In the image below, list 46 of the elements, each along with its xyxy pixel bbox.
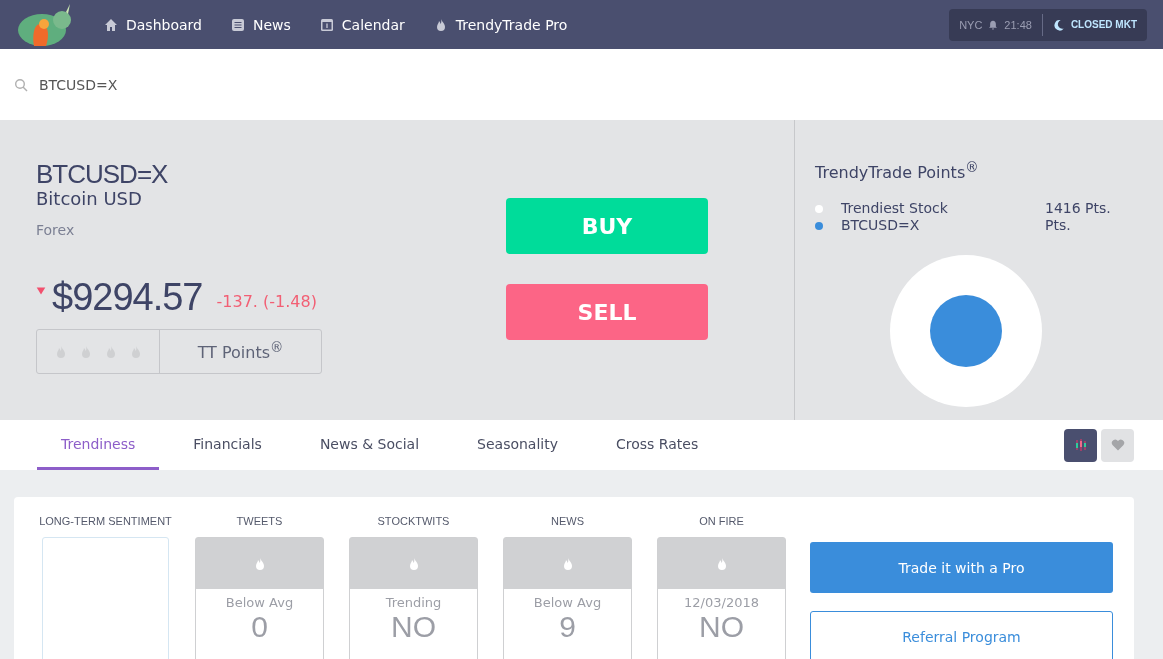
metric-value: NO bbox=[699, 610, 744, 644]
candlestick-icon bbox=[1073, 438, 1088, 452]
metric-value: 9 bbox=[559, 610, 576, 644]
metric-status: Trending bbox=[385, 595, 442, 610]
tab[interactable]: Cross Rates bbox=[592, 420, 723, 470]
search-icon bbox=[14, 77, 28, 92]
city-label: NYC bbox=[959, 18, 983, 31]
metric-status: Below Avg bbox=[225, 595, 294, 610]
referral-button[interactable]: Referral Program bbox=[810, 611, 1113, 659]
market-status: CLOSED MKT bbox=[1070, 19, 1137, 30]
nav-link[interactable]: News bbox=[230, 16, 291, 33]
tt-points-label: TT Points$^{®}$ bbox=[196, 339, 285, 365]
price-change: -137. (-1.48) bbox=[216, 292, 317, 311]
metric-value: NO bbox=[391, 610, 436, 644]
nav-link[interactable]: Dashboard bbox=[104, 16, 202, 33]
legend-label: BTCUSD=X bbox=[841, 217, 921, 235]
tab[interactable]: Financials bbox=[169, 420, 286, 470]
metric-status: 12/03/2018 bbox=[684, 595, 759, 610]
legend-value: Pts. bbox=[1045, 217, 1072, 235]
heart-icon bbox=[1110, 438, 1125, 452]
sentiment-label: LONG-TERM SENTIMENT bbox=[39, 515, 172, 527]
nav-link[interactable]: Calendar bbox=[319, 16, 405, 33]
nav-link[interactable]: TrendyTrade Pro bbox=[433, 16, 568, 33]
search-field[interactable]: BTCUSD=X bbox=[37, 75, 341, 94]
legend-label: Trendiest Stock bbox=[841, 200, 949, 218]
ticker-symbol: BTCUSD=X bbox=[36, 160, 169, 188]
metric-label: STOCKTWITS bbox=[377, 515, 450, 527]
asset-type: Forex bbox=[36, 222, 76, 238]
metric-value: 0 bbox=[251, 610, 268, 644]
home-icon bbox=[104, 17, 118, 32]
tab[interactable]: News & Social bbox=[295, 420, 444, 470]
moon-icon bbox=[1052, 18, 1065, 31]
bell-icon bbox=[988, 19, 999, 30]
time-label: 21:48 bbox=[1004, 18, 1032, 31]
metric-label: TWEETS bbox=[236, 515, 283, 527]
legend-value: 1416 Pts. bbox=[1045, 200, 1112, 218]
metric-label: NEWS bbox=[551, 515, 584, 527]
calendar-icon bbox=[319, 17, 334, 32]
metric-status: Below Avg bbox=[533, 595, 602, 610]
metric-label: ON FIRE bbox=[699, 515, 744, 527]
chart-view-button[interactable] bbox=[1064, 428, 1097, 462]
asset-name: Bitcoin USD bbox=[36, 188, 143, 210]
points-title: TrendyTrade Points$^{®}$ bbox=[815, 160, 980, 183]
price: $9294.57 bbox=[52, 276, 203, 319]
news-icon bbox=[230, 17, 245, 32]
tab[interactable]: Seasonality bbox=[453, 420, 582, 470]
